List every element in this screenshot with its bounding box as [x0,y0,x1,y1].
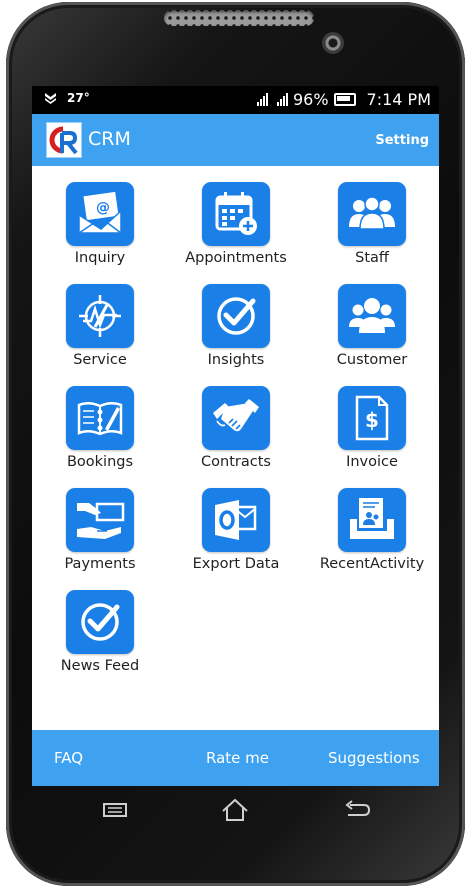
hardware-nav-bar [32,786,439,834]
menu-icon[interactable] [100,798,130,822]
invoice-dollar-icon: $ [355,395,389,441]
home-icon[interactable] [220,798,250,822]
battery-icon [333,93,356,106]
tile-label: News Feed [60,658,140,674]
tile-recent-activity[interactable]: RecentActivity [304,488,439,590]
signal-icon [256,93,268,106]
handshake-icon [213,399,259,432]
tile-insights[interactable]: Insights [168,284,304,386]
tile-export-data[interactable]: Export Data [168,488,304,590]
setting-button[interactable]: Setting [375,133,429,148]
tile-label: RecentActivity [319,556,425,572]
battery-percent: 96% [292,90,329,109]
tile-staff[interactable]: Staff [304,182,439,284]
svg-text:$: $ [365,408,379,432]
tile-contracts[interactable]: Contracts [168,386,304,488]
tile-label: Payments [64,556,136,572]
tile-label: Inquiry [74,250,126,266]
service-gauge-icon [79,295,121,337]
earpiece-speaker [164,10,314,26]
temperature: 27° [67,91,90,105]
module-grid: @ Inquiry Appointments Staff Service Ins… [32,182,439,692]
hand-money-icon [77,502,125,539]
tile-label: Staff [355,250,389,266]
people-icon [349,196,395,230]
crm-logo [46,122,82,158]
calendar-add-icon [215,192,257,235]
tile-inquiry[interactable]: @ Inquiry [32,182,168,284]
tile-appointments[interactable]: Appointments [168,182,304,284]
tile-label: Customer [336,352,408,368]
tile-service[interactable]: Service [32,284,168,386]
suggestions-link[interactable]: Suggestions [328,749,420,767]
tile-customer[interactable]: Customer [304,284,439,386]
tile-label: Invoice [346,454,398,470]
tile-payments[interactable]: Payments [32,488,168,590]
inbox-contacts-icon [350,498,394,539]
signal-icon [276,93,288,106]
tile-label: Appointments [185,250,287,266]
screen: 27° 96% 7:14 PM CRM Setting @ Inquiry Ap… [32,86,439,786]
email-icon: @ [78,191,122,234]
customers-group-icon [349,298,395,333]
tile-label: Bookings [66,454,134,470]
tile-news-feed[interactable]: News Feed [32,590,168,692]
notification-icon [45,93,56,104]
clock: 7:14 PM [366,90,431,109]
tile-invoice[interactable]: $ Invoice [304,386,439,488]
app-title: CRM [88,128,131,150]
front-camera [322,32,344,54]
svg-text:@: @ [96,200,110,216]
tile-label: Export Data [192,556,280,572]
outlook-export-icon [215,500,257,540]
checkmark-icon [217,297,256,335]
tile-bookings[interactable]: Bookings [32,386,168,488]
footer-bar: FAQ Rate me Suggestions [32,730,439,786]
app-bar: CRM Setting [32,114,439,166]
faq-link[interactable]: FAQ [54,749,83,767]
tile-label: Service [73,352,127,368]
tile-label: Insights [207,352,265,368]
tile-label: Contracts [201,454,271,470]
rate-me-link[interactable]: Rate me [206,749,269,767]
checkmark-icon [81,603,120,641]
back-icon[interactable] [342,798,372,822]
book-icon [77,402,123,436]
status-bar: 27° 96% 7:14 PM [32,86,439,114]
